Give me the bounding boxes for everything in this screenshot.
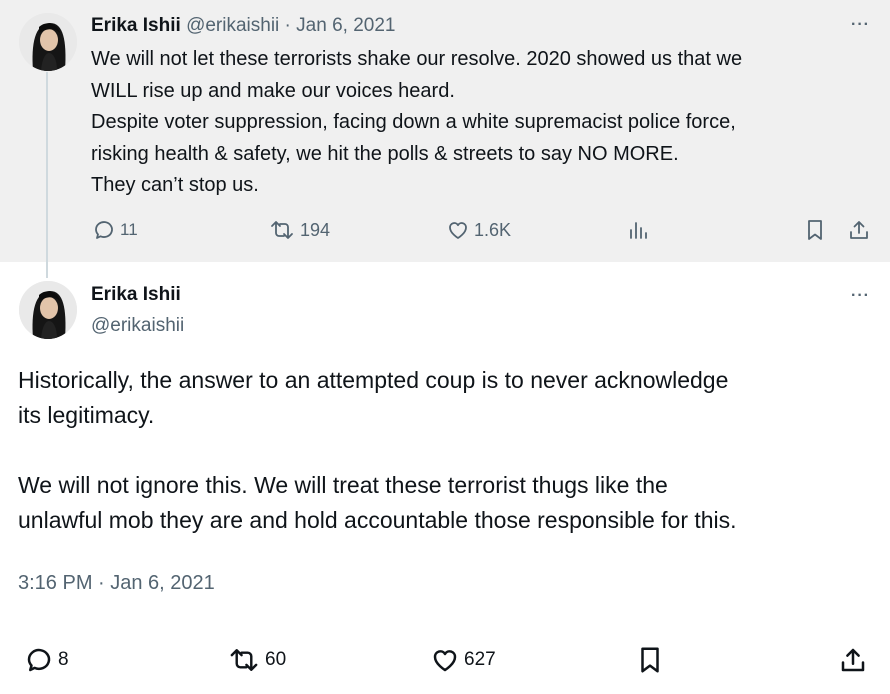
bookmark-button[interactable]	[635, 645, 665, 675]
bookmark-icon	[641, 647, 659, 673]
share-icon	[850, 221, 868, 239]
share-button[interactable]	[838, 645, 868, 675]
more-options-button[interactable]: ···	[851, 17, 870, 33]
views-button[interactable]	[626, 218, 650, 242]
repost-icon	[271, 221, 293, 239]
reply-button[interactable]: 11	[92, 218, 138, 242]
tweet-header: Erika Ishii @erikaishii · Jan 6, 2021	[91, 13, 395, 39]
repost-icon	[230, 649, 258, 671]
like-button[interactable]: 1.6K	[446, 218, 511, 242]
repost-count: 60	[265, 649, 287, 670]
like-count: 627	[464, 649, 496, 670]
reply-icon	[95, 221, 113, 239]
separator: ·	[279, 15, 297, 36]
repost-button[interactable]: 194	[268, 218, 330, 242]
bookmark-icon	[808, 220, 822, 240]
views-icon	[630, 222, 647, 239]
reply-count: 11	[120, 220, 138, 239]
author-name[interactable]: Erika Ishii	[91, 15, 181, 36]
reply-count: 8	[58, 649, 69, 670]
like-icon	[449, 222, 467, 239]
more-options-button[interactable]: ···	[851, 288, 870, 304]
reply-icon	[27, 648, 51, 672]
avatar-image	[19, 281, 77, 339]
parent-tweet[interactable]: Erika Ishii @erikaishii · Jan 6, 2021 ··…	[0, 0, 890, 262]
thread-connector-line	[46, 72, 48, 278]
like-button[interactable]: 627	[430, 645, 496, 675]
repost-count: 194	[300, 219, 331, 240]
reply-button[interactable]: 8	[24, 645, 69, 675]
avatar[interactable]	[19, 13, 77, 71]
repost-button[interactable]: 60	[227, 645, 286, 675]
author-name[interactable]: Erika Ishii	[91, 282, 181, 308]
tweet-text: We will not let these terrorists shake o…	[91, 48, 743, 196]
tweet-text: Historically, the answer to an attempted…	[18, 367, 737, 533]
author-handle[interactable]: @erikaishii	[91, 313, 184, 339]
share-icon	[841, 648, 865, 672]
tweet-timestamp[interactable]: 3:16 PM · Jan 6, 2021	[18, 569, 215, 597]
bookmark-button[interactable]	[803, 218, 827, 242]
avatar-image	[19, 13, 77, 71]
author-handle[interactable]: @erikaishii	[186, 15, 279, 36]
tweet-date[interactable]: Jan 6, 2021	[296, 15, 395, 36]
like-icon	[433, 650, 457, 672]
avatar[interactable]	[19, 281, 77, 339]
share-button[interactable]	[847, 218, 871, 242]
like-count: 1.6K	[474, 219, 512, 240]
